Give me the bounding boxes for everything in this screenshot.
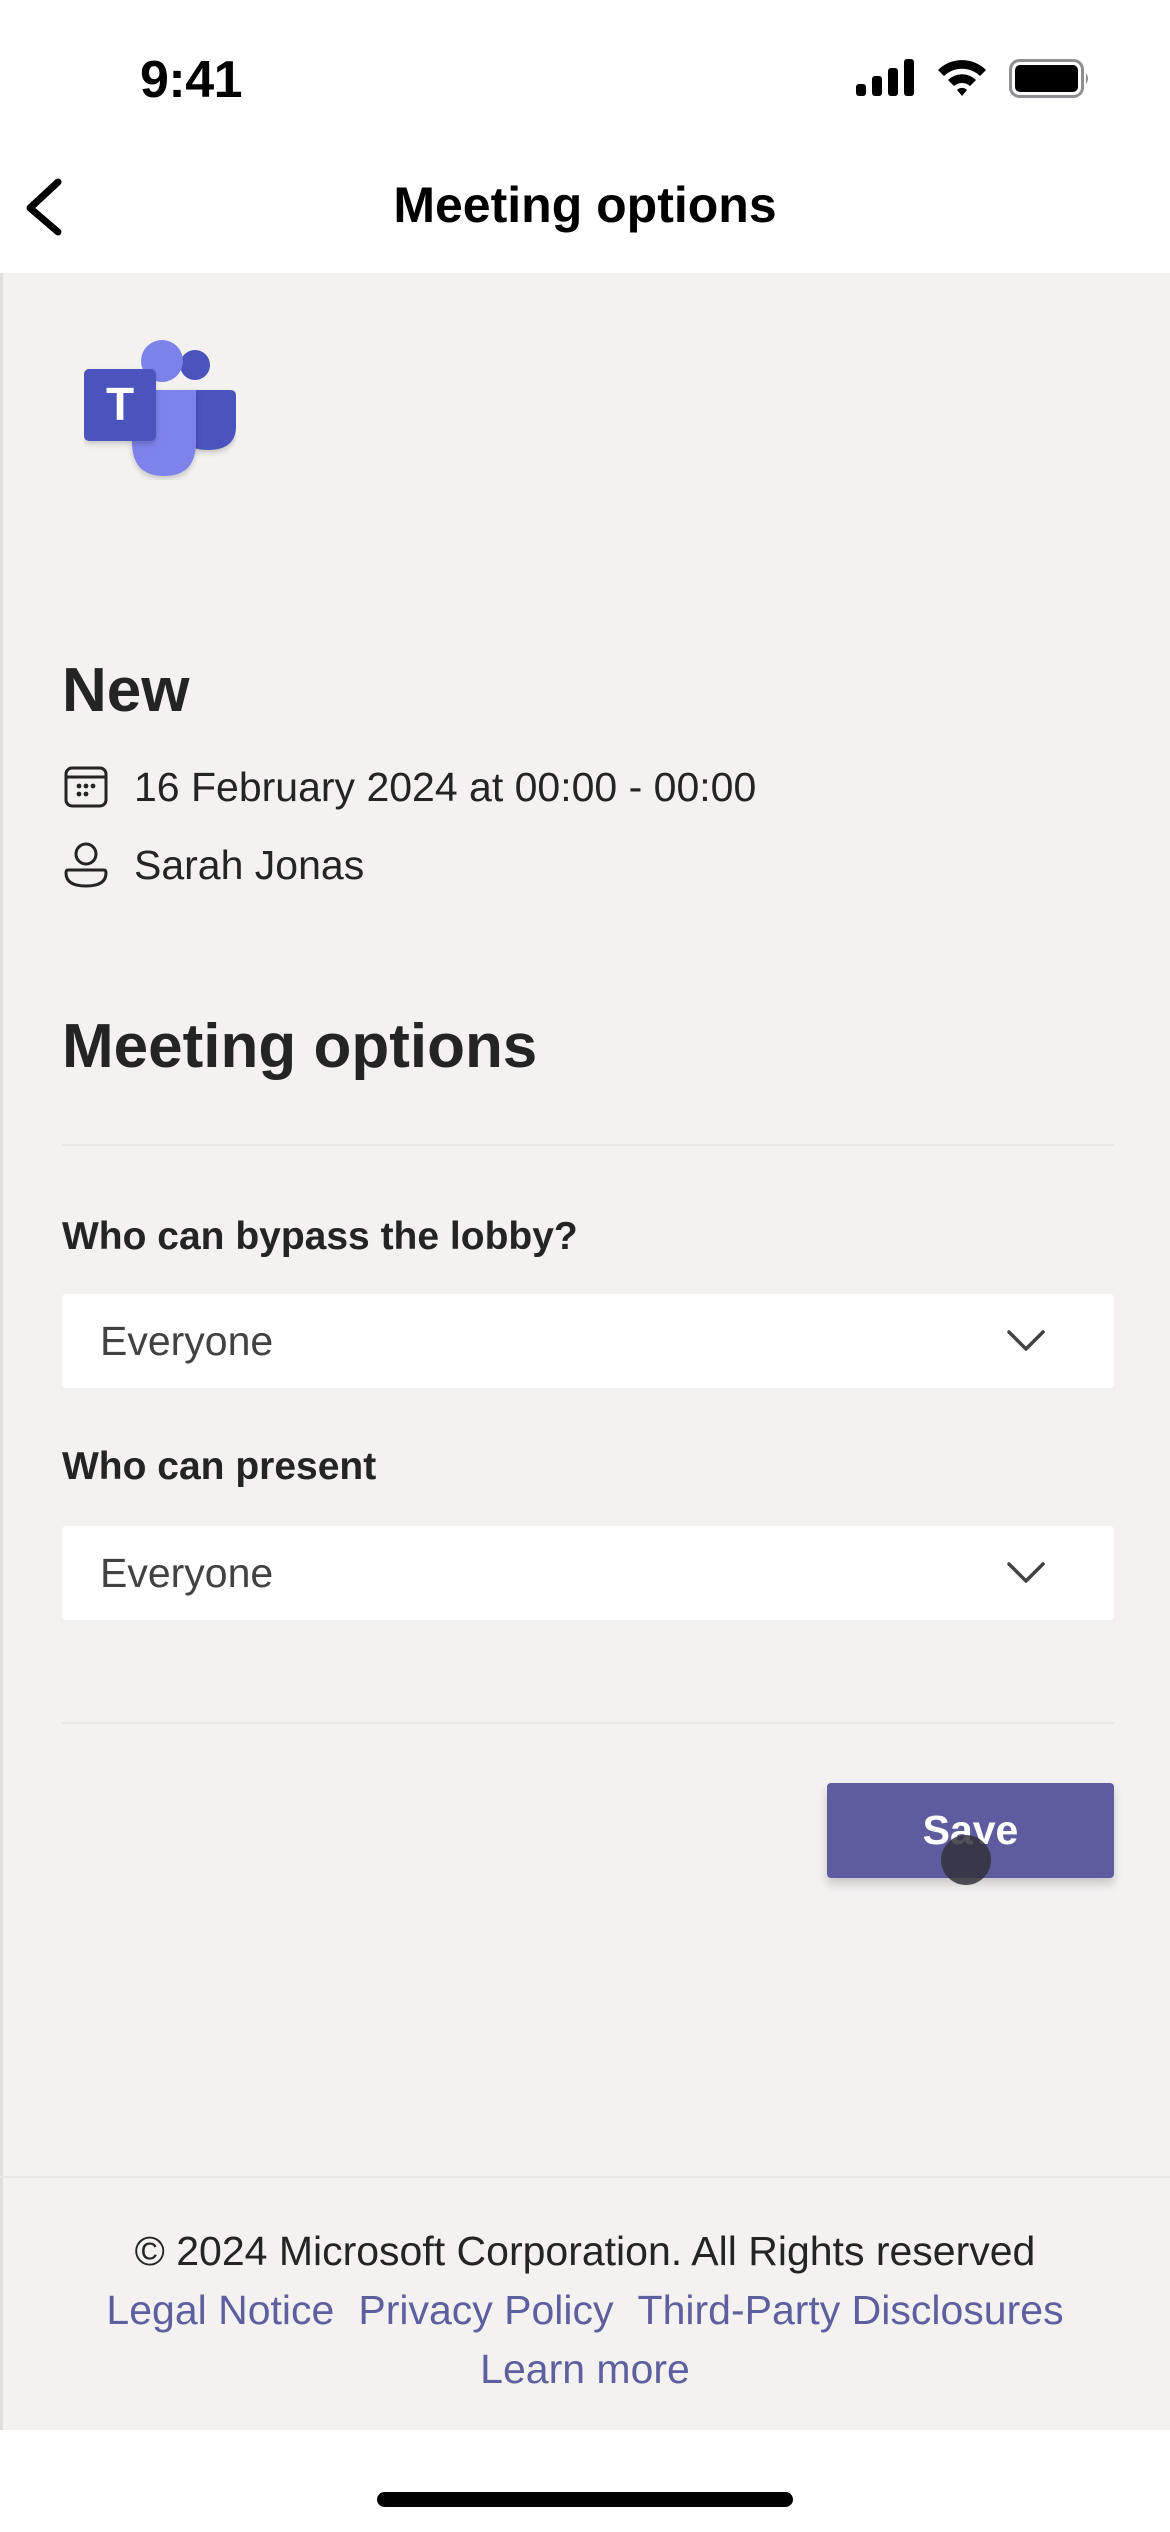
wifi-icon: [938, 60, 986, 96]
learn-more-link[interactable]: Learn more: [480, 2346, 690, 2392]
chevron-down-icon: [1007, 1330, 1045, 1351]
meeting-datetime-row: 16 February 2024 at 00:00 - 00:00: [62, 762, 756, 812]
footer-divider: [0, 2176, 1170, 2178]
who-can-present-select[interactable]: Everyone: [62, 1526, 1114, 1620]
person-icon: [62, 841, 110, 889]
section-title: Meeting options: [62, 1012, 538, 1081]
battery-icon: [1009, 59, 1088, 98]
lobby-bypass-label: Who can bypass the lobby?: [62, 1215, 578, 1258]
signal-icon: [856, 59, 914, 96]
divider: [62, 1144, 1114, 1146]
privacy-policy-link[interactable]: Privacy Policy: [358, 2287, 613, 2333]
who-can-present-label: Who can present: [62, 1445, 377, 1488]
third-party-disclosures-link[interactable]: Third-Party Disclosures: [638, 2287, 1064, 2333]
legal-notice-link[interactable]: Legal Notice: [106, 2287, 334, 2333]
lobby-bypass-value: Everyone: [100, 1317, 274, 1364]
learn-more-row: Learn more: [0, 2346, 1170, 2393]
svg-text:T: T: [106, 378, 134, 430]
status-bar-time: 9:41: [140, 51, 243, 109]
left-edge-border: [0, 273, 3, 2430]
footer-links: Legal Notice Privacy Policy Third-Party Di…: [0, 2287, 1170, 2334]
chevron-down-icon: [1007, 1562, 1045, 1583]
meeting-organizer-row: Sarah Jonas: [62, 840, 364, 890]
page-title: Meeting options: [393, 177, 777, 233]
meeting-datetime: 16 February 2024 at 00:00 - 00:00: [134, 763, 757, 810]
who-can-present-value: Everyone: [100, 1549, 274, 1596]
meeting-organizer: Sarah Jonas: [134, 841, 365, 888]
divider: [62, 1722, 1114, 1724]
lobby-bypass-select[interactable]: Everyone: [62, 1294, 1114, 1388]
touch-indicator: [941, 1835, 991, 1885]
meeting-title: New: [62, 656, 190, 725]
copyright-text: © 2024 Microsoft Corporation. All Rights…: [134, 2228, 1036, 2274]
home-indicator[interactable]: [377, 2492, 793, 2507]
calendar-icon: [62, 763, 110, 811]
microsoft-teams-logo: T: [84, 340, 236, 476]
